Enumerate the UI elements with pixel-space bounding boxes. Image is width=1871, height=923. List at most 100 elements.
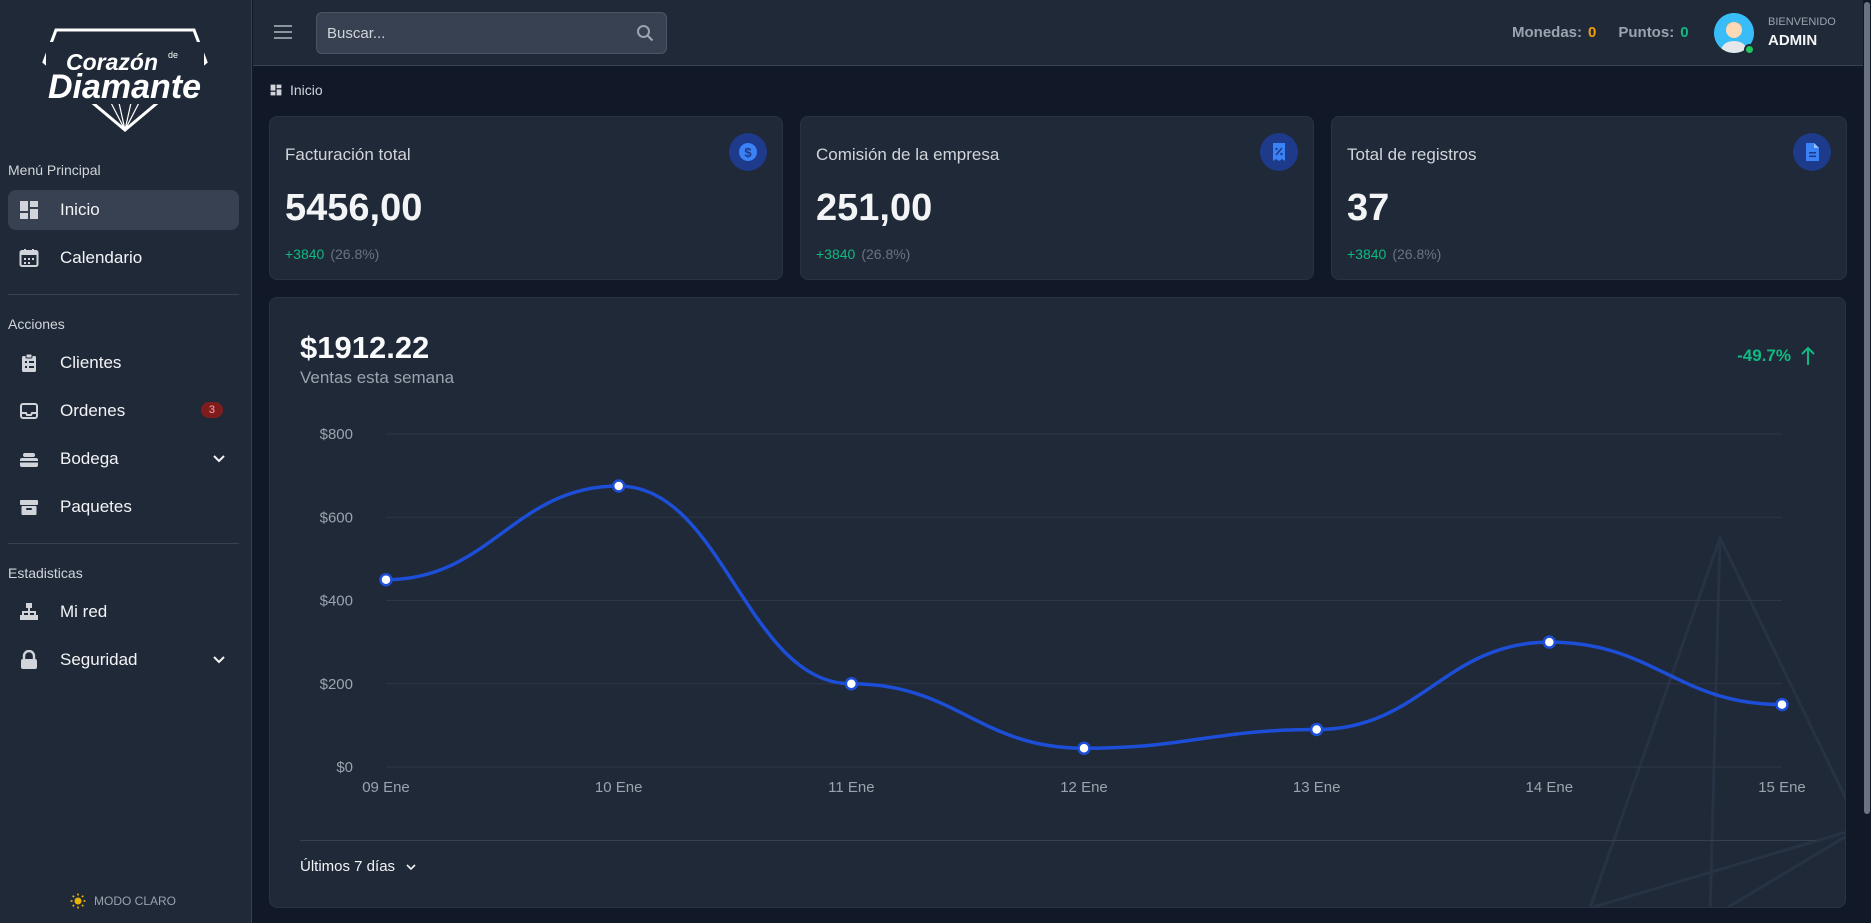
sidebar-item-label: Bodega — [60, 449, 119, 468]
document-icon — [1793, 133, 1831, 171]
sidebar-item-label: Paquetes — [60, 497, 132, 516]
points-label: Puntos: — [1618, 24, 1675, 41]
y-tick-label: $800 — [320, 426, 353, 443]
network-icon — [18, 601, 40, 623]
search-icon[interactable] — [636, 24, 654, 42]
online-status-dot — [1744, 44, 1755, 55]
y-tick-label: $200 — [320, 676, 353, 693]
sidebar-item-label: Calendario — [60, 248, 143, 267]
brand-logo[interactable]: Corazón de Diamante — [40, 22, 210, 134]
card-delta: +3840 (26.8%) — [816, 246, 910, 262]
chevron-down-icon — [213, 656, 225, 664]
sidebar-item-paquetes[interactable]: Paquetes — [8, 487, 239, 527]
card-delta-value: +3840 — [1347, 246, 1387, 262]
card-value: 37 — [1347, 187, 1390, 229]
card-delta: +3840 (26.8%) — [285, 246, 379, 262]
sidebar-item-label: Clientes — [60, 353, 122, 372]
data-point — [1077, 741, 1091, 756]
sidebar-item-mi-red[interactable]: Mi red — [8, 592, 239, 632]
dollar-icon: $ — [729, 133, 767, 171]
stat-card-comision: Comisión de la empresa 251,00 +3840 (26.8… — [800, 116, 1314, 280]
x-tick-label: 11 Ene — [828, 779, 874, 796]
coins-value: 0 — [1588, 24, 1597, 41]
y-tick-label: $400 — [320, 593, 353, 610]
x-tick-label: 13 Ene — [1293, 779, 1341, 796]
range-select[interactable]: Últimos 7 días — [300, 858, 417, 875]
chart-footer-divider — [300, 840, 1816, 841]
x-tick-label: 12 Ene — [1060, 779, 1108, 796]
sidebar-item-ordenes[interactable]: Ordenes 3 — [8, 391, 239, 431]
sales-chart-card: $1912.22 Ventas esta semana -49.7% $0 $20… — [269, 297, 1846, 908]
light-mode-label: MODO CLARO — [94, 894, 177, 908]
stack-icon — [18, 448, 40, 470]
inbox-icon — [18, 400, 40, 422]
stat-card-registros: Total de registros 37 +3840 (26.8%) — [1331, 116, 1847, 280]
series-line — [385, 484, 1783, 751]
section-main-title: Menú Principal — [8, 162, 101, 178]
dashboard-icon — [270, 84, 282, 96]
card-delta-pct: (26.8%) — [1392, 246, 1442, 262]
user-name[interactable]: ADMIN — [1768, 32, 1817, 49]
card-value: 251,00 — [816, 187, 933, 229]
search-input[interactable] — [317, 13, 666, 53]
sidebar-item-label: Inicio — [60, 200, 100, 219]
breadcrumb: Inicio — [270, 82, 323, 98]
points-stat: Puntos: 0 — [1618, 24, 1688, 41]
svg-text:$: $ — [744, 145, 752, 160]
card-delta: +3840 (26.8%) — [1347, 246, 1441, 262]
top-header: Monedas: 0 Puntos: 0 BIENVENIDO ADMIN — [253, 0, 1863, 66]
dashboard-icon — [18, 199, 40, 221]
x-tick-label: 14 Ene — [1526, 779, 1574, 796]
card-title: Facturación total — [285, 145, 411, 164]
sidebar-item-label: Mi red — [60, 602, 108, 621]
range-label: Últimos 7 días — [300, 858, 396, 875]
y-tick-label: $0 — [336, 759, 353, 776]
section-actions-title: Acciones — [8, 316, 65, 332]
card-delta-pct: (26.8%) — [861, 246, 911, 262]
x-tick-label: 10 Ene — [595, 779, 643, 796]
chevron-down-icon — [406, 863, 416, 870]
section-stats-title: Estadisticas — [8, 565, 83, 581]
calendar-icon — [18, 247, 40, 269]
sidebar-divider — [8, 543, 239, 544]
sidebar-item-label: Seguridad — [60, 650, 138, 669]
sidebar-item-label: Ordenes — [60, 401, 126, 420]
light-mode-toggle[interactable]: MODO CLARO — [70, 893, 176, 909]
sun-icon — [70, 893, 86, 909]
card-title: Total de registros — [1347, 145, 1477, 164]
y-tick-label: $600 — [320, 509, 353, 526]
sidebar-divider — [8, 294, 239, 295]
page-scrollbar[interactable] — [1863, 0, 1871, 923]
data-point — [1309, 722, 1324, 737]
archive-icon — [18, 496, 40, 518]
search-box — [316, 12, 667, 54]
menu-toggle-icon[interactable] — [273, 22, 293, 42]
card-delta-pct: (26.8%) — [330, 246, 380, 262]
scrollbar-thumb[interactable] — [1864, 2, 1870, 814]
data-point — [611, 479, 626, 493]
x-tick-label: 15 Ene — [1758, 779, 1806, 796]
data-point — [1542, 635, 1557, 649]
brand-line1-small: de — [168, 50, 178, 60]
card-value: 5456,00 — [285, 187, 423, 229]
sidebar-item-calendario[interactable]: Calendario — [8, 238, 239, 278]
orders-count-badge: 3 — [200, 402, 223, 418]
x-tick-label: 09 Ene — [362, 779, 410, 796]
user-stats: Monedas: 0 Puntos: 0 — [1512, 24, 1689, 41]
sidebar-item-bodega[interactable]: Bodega — [8, 439, 239, 479]
breadcrumb-item[interactable]: Inicio — [290, 82, 323, 98]
sidebar-item-clientes[interactable]: Clientes — [8, 343, 239, 383]
coins-label: Monedas: — [1512, 24, 1583, 41]
card-title: Comisión de la empresa — [816, 145, 1000, 164]
card-delta-value: +3840 — [285, 246, 325, 262]
sidebar-item-inicio[interactable]: Inicio — [8, 190, 239, 230]
sidebar: Corazón de Diamante Menú Principal Inici… — [0, 0, 252, 923]
data-point — [1775, 697, 1789, 712]
points-value: 0 — [1680, 24, 1689, 41]
stat-card-facturacion: Facturación total 5456,00 +3840 (26.8%) $ — [269, 116, 783, 280]
lock-icon — [18, 649, 40, 671]
welcome-label: BIENVENIDO — [1768, 16, 1836, 28]
clipboard-icon — [18, 352, 40, 374]
card-delta-value: +3840 — [816, 246, 856, 262]
sidebar-item-seguridad[interactable]: Seguridad — [8, 640, 239, 680]
